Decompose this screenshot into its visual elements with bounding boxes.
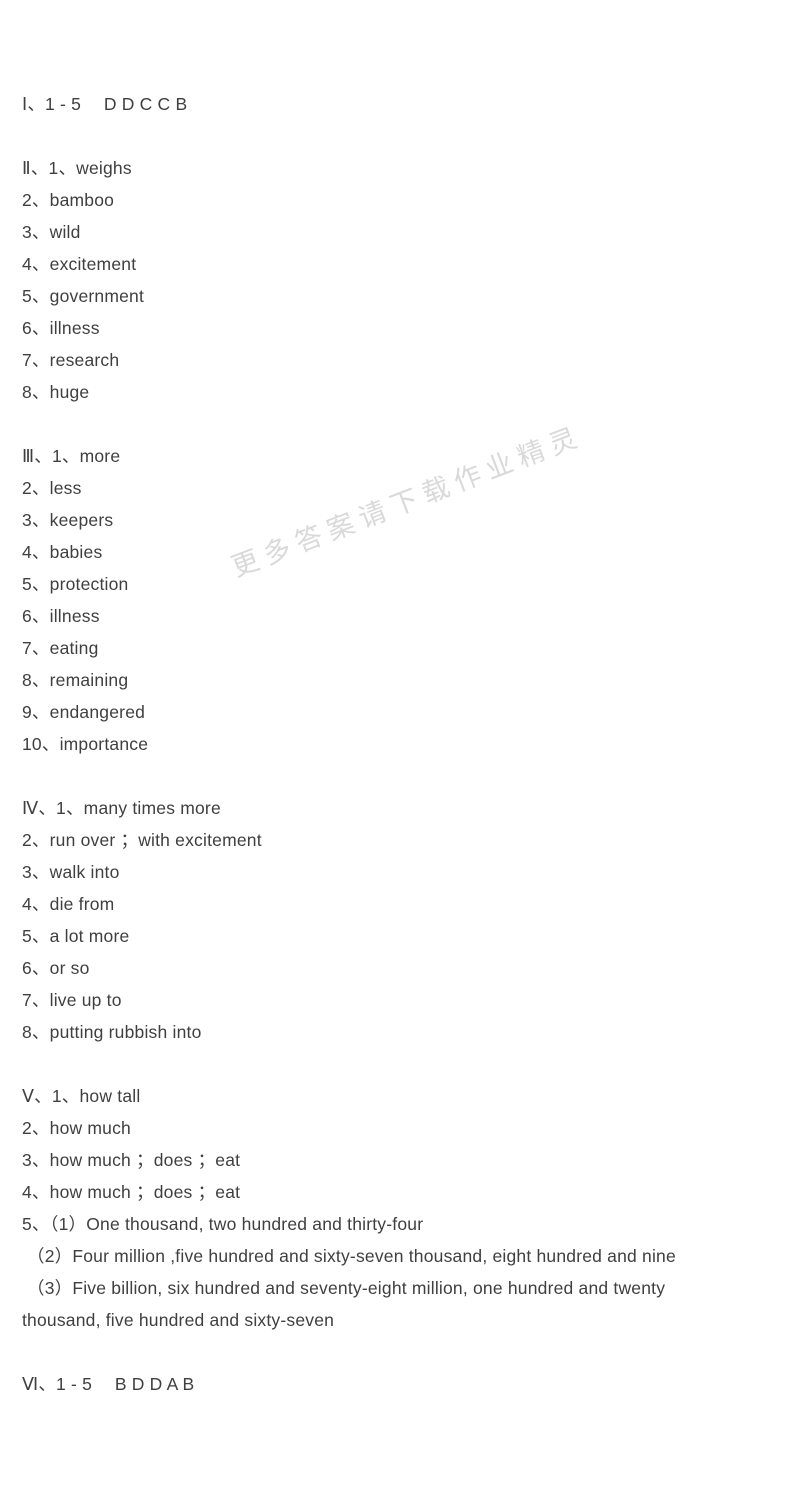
answer-line: 7、research <box>22 350 120 370</box>
answer-line: 6、or so <box>22 958 90 978</box>
answer-line: 4、die from <box>22 894 115 914</box>
answer-line: 4、how much ；does ；eat <box>22 1182 241 1202</box>
answer-line: （3）Five billion, six hundred and seventy… <box>27 1278 666 1298</box>
answer-line: Ⅱ、1、weighs <box>22 158 132 178</box>
section-1: Ⅰ、1 - 5 D D C C B <box>22 88 776 120</box>
answer-line: 6、illness <box>22 606 100 626</box>
answer-line: Ⅳ、1、many times more <box>22 798 221 818</box>
answer-line: 8、remaining <box>22 670 129 690</box>
answer-key-page: Ⅰ、1 - 5 D D C C B Ⅱ、1、weighs 2、bamboo 3、… <box>0 0 800 1494</box>
answer-line: 3、keepers <box>22 510 114 530</box>
answer-line: 3、wild <box>22 222 81 242</box>
answer-line: 2、how much <box>22 1118 131 1138</box>
answer-line: 3、walk into <box>22 862 120 882</box>
section-5: Ⅴ、1、how tall 2、how much 3、how much ；does… <box>22 1080 776 1336</box>
answer-line: 5、protection <box>22 574 129 594</box>
answer-line: 5、government <box>22 286 145 306</box>
answer-line: 7、live up to <box>22 990 122 1010</box>
answer-line: 3、how much ；does ；eat <box>22 1150 241 1170</box>
answer-line: 2、bamboo <box>22 190 115 210</box>
section-4: Ⅳ、1、many times more 2、run over ；with exc… <box>22 792 776 1048</box>
answer-line-continuation: thousand, five hundred and sixty-seven <box>22 1310 335 1330</box>
answer-line: 6、illness <box>22 318 100 338</box>
answer-line: 5、a lot more <box>22 926 130 946</box>
answer-line: 8、huge <box>22 382 90 402</box>
answer-line: 7、eating <box>22 638 99 658</box>
answer-line: 2、less <box>22 478 82 498</box>
answer-line: Ⅲ、1、more <box>22 446 121 466</box>
answer-line: 2、run over ；with excitement <box>22 830 262 850</box>
answer-line: （2）Four million ,five hundred and sixty-… <box>27 1246 676 1266</box>
answer-line: Ⅰ、1 - 5 D D C C B <box>22 94 188 114</box>
answer-line: 9、endangered <box>22 702 146 722</box>
section-6: Ⅵ、1 - 5 B D D A B <box>22 1368 776 1400</box>
section-2: Ⅱ、1、weighs 2、bamboo 3、wild 4、excitement … <box>22 152 776 408</box>
answer-line: Ⅴ、1、how tall <box>22 1086 141 1106</box>
answer-line: Ⅵ、1 - 5 B D D A B <box>22 1374 195 1394</box>
answer-line: 8、putting rubbish into <box>22 1022 202 1042</box>
answer-line: 5、（1）One thousand, two hundred and thirt… <box>22 1214 424 1234</box>
section-3: Ⅲ、1、more 2、less 3、keepers 4、babies 5、pro… <box>22 440 776 760</box>
answer-line: 4、babies <box>22 542 103 562</box>
answer-line: 4、excitement <box>22 254 137 274</box>
answer-line: 10、importance <box>22 734 149 754</box>
